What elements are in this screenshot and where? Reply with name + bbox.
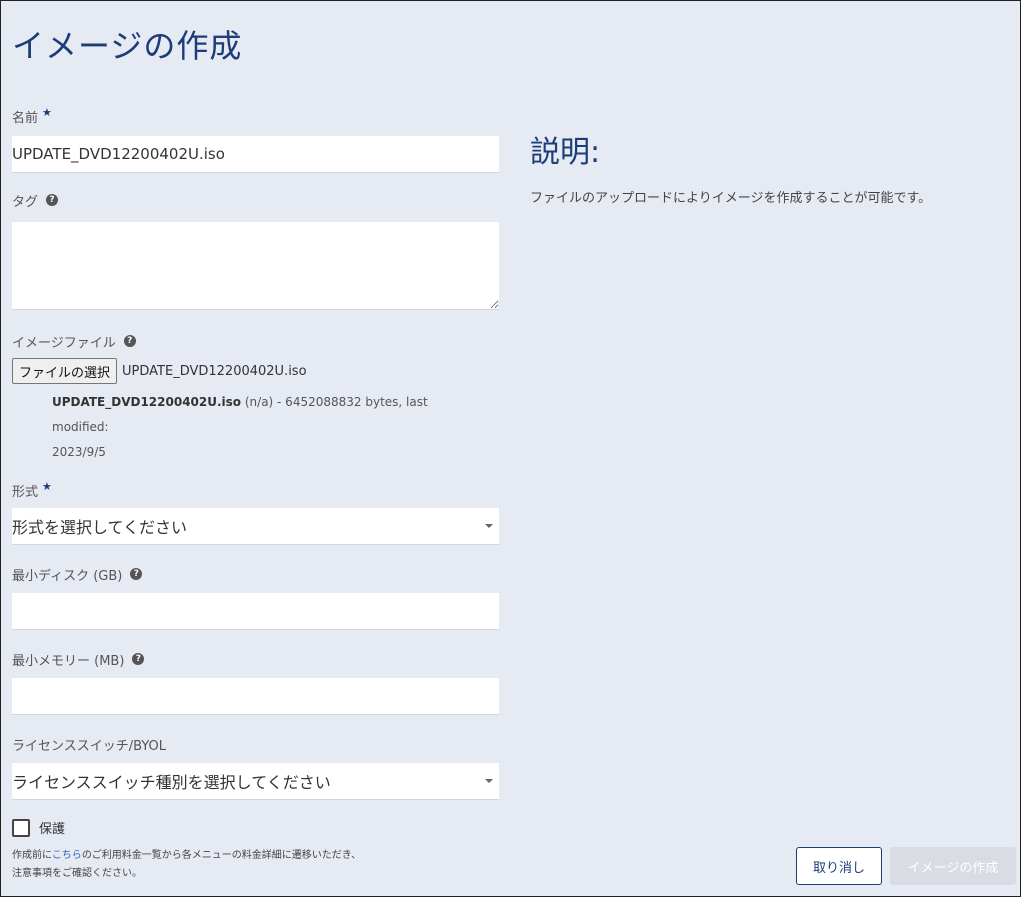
modal-frame: イメージの作成 名前 ★ タグ ? イメージファイル ? ファイルの選択 UPD… [0, 0, 1021, 897]
help-icon[interactable]: ? [130, 568, 143, 580]
format-select-value: 形式を選択してください [12, 518, 188, 537]
file-info-date: 2023/9/5 [52, 445, 106, 459]
tags-label-text: タグ [12, 194, 39, 210]
image-file-label: イメージファイル ? [12, 330, 499, 352]
page-title: イメージの作成 [12, 27, 243, 65]
cancel-button[interactable]: 取り消し [796, 847, 882, 885]
tags-label: タグ ? [12, 189, 499, 211]
footer-note: 作成前にこちらのご利用料金一覧から各メニューの料金詳細に遷移いただき、 注意事項… [12, 847, 361, 883]
min-disk-label-text: 最小ディスク (GB) [12, 568, 123, 584]
protect-row: 保護 [12, 818, 499, 837]
license-label-text: ライセンススイッチ/BYOL [12, 738, 167, 754]
create-image-button[interactable]: イメージの作成 [890, 847, 1016, 885]
image-file-label-text: イメージファイル [12, 335, 116, 351]
description-text: ファイルのアップロードによりイメージを作成することが可能です。 [530, 191, 932, 206]
footer-note-line1: のご利用料金一覧から各メニューの料金詳細に遷移いただき、 [81, 850, 362, 861]
help-icon[interactable]: ? [132, 653, 145, 665]
protect-checkbox[interactable] [12, 818, 30, 837]
format-select[interactable]: 形式を選択してください [12, 508, 499, 545]
tags-textarea[interactable] [12, 222, 499, 310]
file-picker: ファイルの選択 UPDATE_DVD12200402U.iso [12, 358, 499, 384]
chevron-down-icon [485, 524, 493, 528]
footer-note-line2: 注意事項をご確認ください。 [12, 868, 142, 879]
protect-label: 保護 [39, 822, 66, 837]
pricing-link[interactable]: こちら [52, 850, 82, 861]
license-select-value: ライセンススイッチ種別を選択してください [12, 773, 331, 792]
help-icon[interactable]: ? [46, 194, 59, 206]
name-input[interactable] [12, 136, 499, 173]
format-label: 形式 ★ [12, 479, 499, 501]
min-memory-label-text: 最小メモリー (MB) [12, 653, 125, 669]
min-disk-label: 最小ディスク (GB) ? [12, 563, 499, 585]
choose-file-button[interactable]: ファイルの選択 [12, 358, 118, 384]
format-label-text: 形式 [12, 484, 39, 500]
form-column: 名前 ★ タグ ? イメージファイル ? ファイルの選択 UPDATE_DVD1… [12, 105, 499, 837]
selected-file-name: UPDATE_DVD12200402U.iso [122, 363, 307, 379]
file-info-name: UPDATE_DVD12200402U.iso [52, 395, 242, 409]
min-memory-label: 最小メモリー (MB) ? [12, 648, 499, 670]
footer-note-prefix: 作成前に [12, 850, 52, 861]
required-star-icon: ★ [42, 479, 52, 493]
file-info: UPDATE_DVD12200402U.iso (n/a) - 64520888… [52, 390, 482, 465]
description-panel: 説明: ファイルのアップロードによりイメージを作成することが可能です。 [530, 127, 1000, 206]
required-star-icon: ★ [42, 105, 52, 119]
license-label: ライセンススイッチ/BYOL [12, 733, 499, 755]
description-title: 説明: [530, 135, 601, 170]
help-icon[interactable]: ? [123, 335, 136, 347]
chevron-down-icon [485, 779, 493, 783]
min-memory-input[interactable] [12, 678, 499, 715]
name-label: 名前 ★ [12, 105, 499, 127]
name-label-text: 名前 [12, 110, 39, 126]
min-disk-input[interactable] [12, 593, 499, 630]
license-select[interactable]: ライセンススイッチ種別を選択してください [12, 763, 499, 800]
